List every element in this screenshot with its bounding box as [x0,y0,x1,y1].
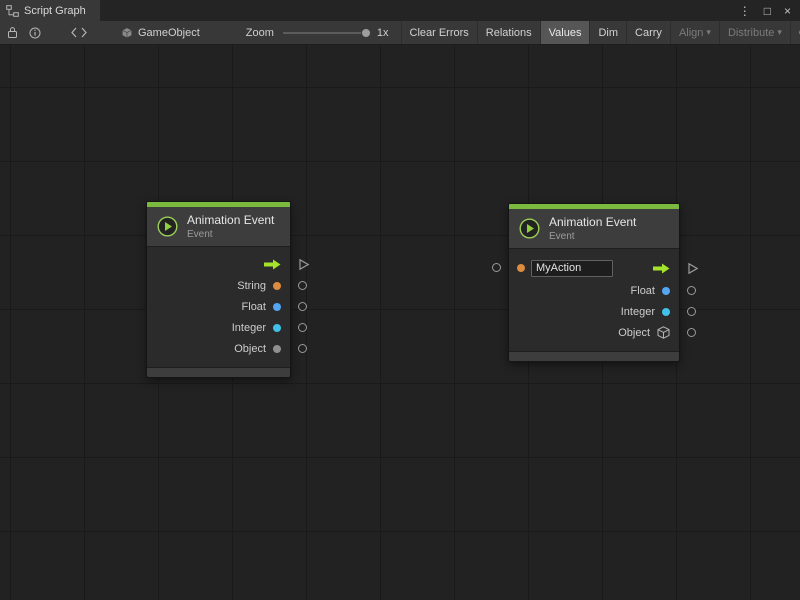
string-type-dot [517,264,525,272]
output-row-integer: Integer [509,301,679,322]
node-subtitle: Event [549,231,636,242]
tab-label: Script Graph [24,5,86,17]
carry-button[interactable]: Carry [626,21,670,44]
float-type-dot [273,303,281,311]
values-button[interactable]: Values [540,21,590,44]
zoom-slider-knob[interactable] [361,28,371,38]
node-body: Float Integer Object [509,249,679,351]
output-row-integer: Integer [147,317,290,338]
event-icon [518,217,541,240]
relations-button[interactable]: Relations [477,21,540,44]
float-output-port[interactable] [298,302,307,311]
node-header[interactable]: Animation Event Event [147,207,290,247]
float-output-port[interactable] [687,286,696,295]
clear-errors-button[interactable]: Clear Errors [401,21,477,44]
overview-button[interactable]: Overv [790,21,800,44]
node-footer [147,367,290,377]
window-menu-icon[interactable]: ⋮ [739,5,751,17]
graph-canvas[interactable]: Animation Event Event [0,45,800,600]
tab-script-graph[interactable]: Script Graph [0,0,100,21]
flow-output-port[interactable] [298,258,310,271]
node-title: Animation Event [187,213,274,227]
graph-toolbar: GameObject Zoom 1x Clear Errors Relation… [0,21,800,45]
animation-event-node-left[interactable]: Animation Event Event [146,201,291,378]
integer-type-dot [273,324,281,332]
chevron-down-icon: ▾ [706,28,711,37]
gameobject-label: GameObject [138,27,200,39]
action-input-row [509,256,679,280]
string-output-port[interactable] [298,281,307,290]
distribute-button[interactable]: Distribute ▾ [719,21,790,44]
script-graph-icon [6,5,19,17]
output-row-float: Float [509,280,679,301]
integer-output-port[interactable] [687,307,696,316]
node-body: String Float Integer Object [147,247,290,367]
info-icon[interactable] [29,27,41,39]
cube-icon [657,326,670,339]
lock-icon[interactable] [7,26,18,39]
event-icon [156,215,179,238]
script-graph-window: Script Graph ⋮ □ × [0,0,800,600]
node-header[interactable]: Animation Event Event [509,209,679,249]
flow-output-row [147,254,290,275]
node-title: Animation Event [549,215,636,229]
window-controls: ⋮ □ × [739,0,800,21]
integer-output-port[interactable] [298,323,307,332]
chevron-down-icon: ▾ [777,28,782,37]
close-icon[interactable]: × [784,5,791,17]
zoom-value: 1x [377,27,389,39]
object-output-port[interactable] [298,344,307,353]
flow-arrow-icon [653,263,670,274]
output-row-object: Object [147,338,290,359]
node-subtitle: Event [187,229,274,240]
animation-event-node-right[interactable]: Animation Event Event [508,203,680,362]
maximize-icon[interactable]: □ [764,5,771,17]
output-row-float: Float [147,296,290,317]
float-type-dot [662,287,670,295]
object-type-dot [273,345,281,353]
string-type-dot [273,282,281,290]
code-brackets-icon[interactable] [71,27,87,38]
output-row-string: String [147,275,290,296]
action-name-input[interactable] [531,260,613,277]
flow-arrow-icon [264,259,281,270]
gameobject-selector[interactable]: GameObject [121,27,200,39]
output-row-object: Object [509,322,679,343]
dim-button[interactable]: Dim [589,21,626,44]
tab-bar: Script Graph ⋮ □ × [0,0,800,21]
toolbar-buttons: Clear Errors Relations Values Dim Carry … [401,21,800,44]
integer-type-dot [662,308,670,316]
gameobject-icon [121,27,133,39]
action-input-port[interactable] [492,263,501,272]
zoom-label: Zoom [246,27,274,39]
align-button[interactable]: Align ▾ [670,21,719,44]
flow-output-port[interactable] [687,262,699,275]
node-footer [509,351,679,361]
zoom-slider[interactable] [283,27,371,39]
object-output-port[interactable] [687,328,696,337]
zoom-slider-track[interactable] [283,32,371,34]
